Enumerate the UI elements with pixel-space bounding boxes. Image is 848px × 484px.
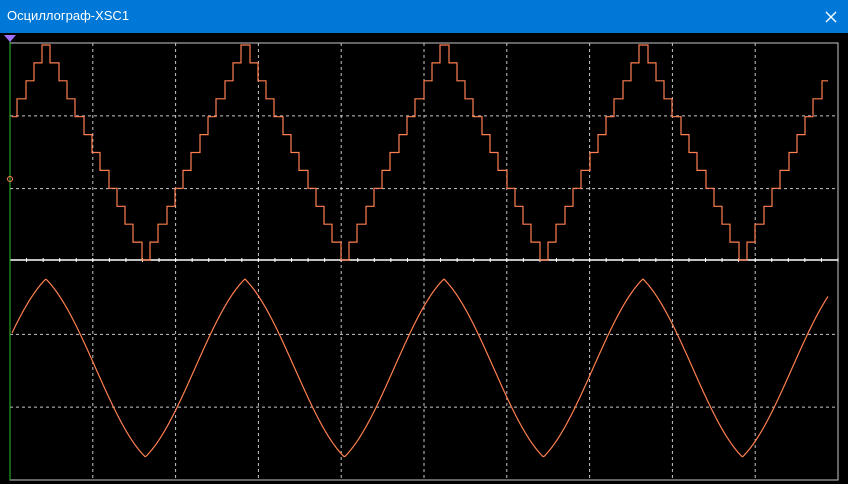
close-icon	[825, 11, 837, 22]
oscilloscope-window: Осциллограф-XSC1	[0, 0, 848, 484]
title-bar[interactable]: Осциллограф-XSC1	[0, 0, 848, 33]
oscilloscope-screen	[0, 33, 848, 484]
close-button[interactable]	[814, 0, 848, 33]
window-title: Осциллограф-XSC1	[7, 8, 130, 23]
oscilloscope-display	[0, 33, 848, 484]
